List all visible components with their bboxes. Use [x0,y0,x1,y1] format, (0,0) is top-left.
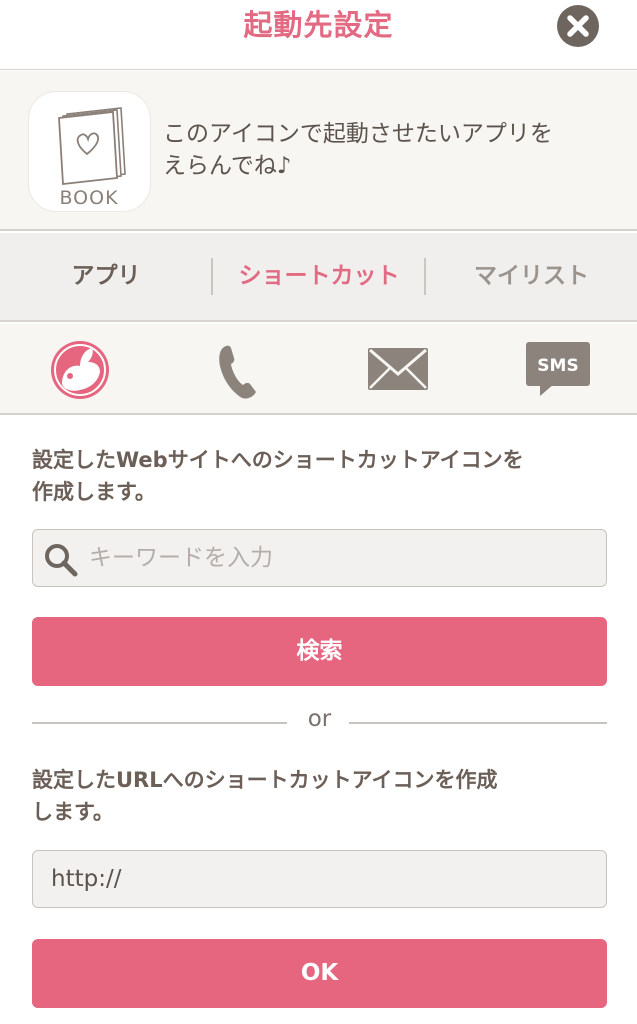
page-title: 起動先設定 [243,8,394,42]
divider-line-right [349,722,607,724]
url-field[interactable] [32,850,607,908]
url-input[interactable] [51,859,591,899]
sms-icon-label: SMS [537,356,578,376]
web-type-button[interactable] [40,334,120,404]
url-description-line2: します。 [32,800,114,824]
search-field[interactable] [32,529,607,587]
intro-message: このアイコンで起動させたいアプリを えらんでね♪ [163,118,623,182]
sms-icon: SMS [526,342,590,396]
search-icon [45,544,78,577]
book-icon: BOOK [58,107,126,209]
phone-type-button[interactable] [198,334,278,404]
intro-message-line1: このアイコンで起動させたいアプリを [163,121,553,147]
app-icon-preview[interactable]: BOOK [28,91,151,212]
app-icon-label: BOOK [59,187,118,209]
url-shortcut-description: 設定したURLへのショートカットアイコンを作成 します。 [32,764,612,828]
mail-icon [368,348,428,390]
web-description-line1: 設定したWebサイトへのショートカットアイコンを [32,448,524,472]
or-label: or [307,706,332,732]
web-shortcut-description: 設定したWebサイトへのショートカットアイコンを 作成します。 [32,444,612,508]
phone-icon [219,345,256,399]
url-description-line1: 設定したURLへのショートカットアイコンを作成 [32,768,498,792]
shortcut-type-bar: SMS [0,324,637,415]
tab-shortcut[interactable]: ショートカット [214,233,424,320]
intro-panel: BOOK このアイコンで起動させたいアプリを えらんでね♪ [0,71,637,231]
close-icon [567,15,589,37]
tab-bar: アプリ ショートカット マイリスト [0,233,637,322]
tab-mylist[interactable]: マイリスト [426,233,637,320]
tab-app[interactable]: アプリ [0,233,212,320]
sms-type-button[interactable]: SMS [518,334,598,404]
intro-message-line2: えらんでね♪ [163,153,292,179]
search-button[interactable]: 検索 [32,617,607,686]
or-divider: or [32,702,607,742]
web-globe-icon [51,341,109,399]
web-description-line2: 作成します。 [32,480,156,504]
close-button[interactable] [557,5,599,47]
ok-button[interactable]: OK [32,939,607,1008]
mail-type-button[interactable] [358,334,438,404]
search-input[interactable] [89,538,594,578]
header-bar: 起動先設定 [0,0,637,70]
tab-divider [211,258,213,295]
